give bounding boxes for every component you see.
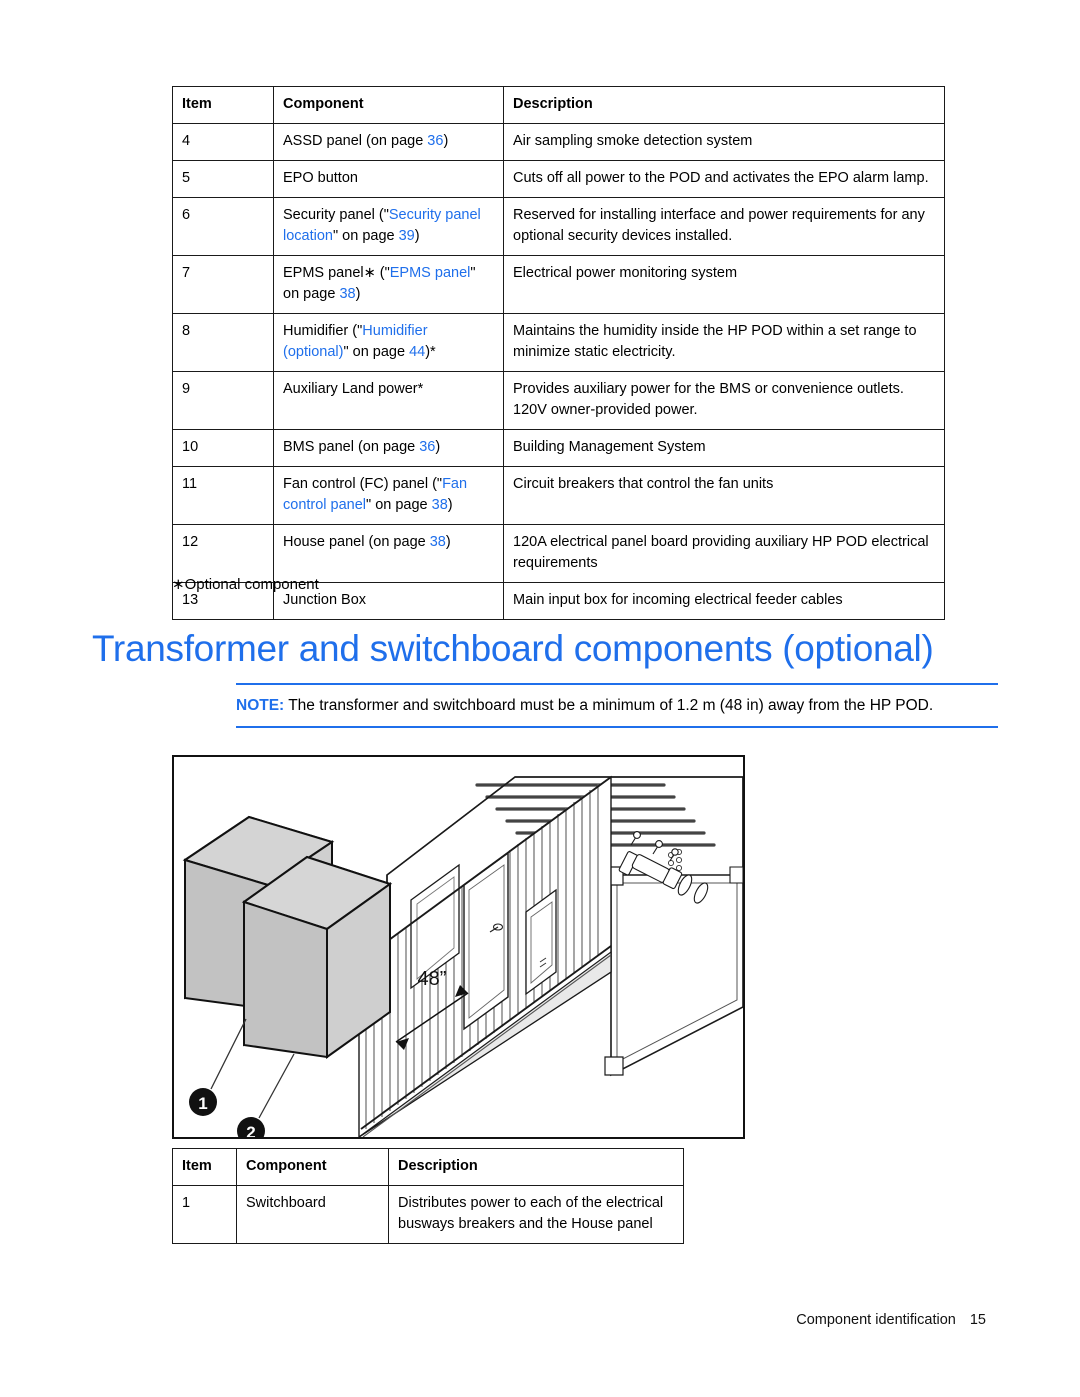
page-footer: Component identification 15: [0, 1312, 986, 1328]
cell-item: 4: [172, 123, 274, 162]
cell-description: 120A electrical panel board providing au…: [503, 524, 945, 584]
cell-text: ): [443, 133, 449, 150]
cell-item: 1: [172, 1185, 237, 1245]
table-header-row: Item Component Description: [172, 1147, 684, 1187]
cell-item: 9: [172, 371, 274, 431]
cell-component: Auxiliary Land power*: [273, 371, 504, 431]
cell-component: ASSD panel (on page 36): [273, 123, 504, 162]
column-header-component: Component: [273, 85, 504, 125]
table-row: 10 BMS panel (on page 36) Building Managem…: [172, 429, 945, 468]
cross-reference-link[interactable]: 39: [399, 228, 415, 244]
cell-component: Security panel ("Security panel location…: [273, 197, 504, 257]
cell-text: EPO button: [283, 170, 358, 187]
callout-1: 1: [189, 1018, 247, 1116]
cell-description: Distributes power to each of the electri…: [388, 1185, 684, 1245]
cell-text: ): [445, 534, 451, 551]
components-table: Item Component Description 4 ASSD panel (…: [172, 85, 945, 621]
note-top-divider: [236, 683, 998, 685]
cell-item: 8: [172, 313, 274, 373]
note-block: NOTE: The transformer and switchboard mus…: [236, 683, 998, 729]
cell-component: EPMS panel∗ ("EPMS panel" on page 38): [273, 255, 504, 315]
cell-text: ): [414, 228, 420, 245]
cell-text: Fan control (FC) panel (": [283, 476, 443, 493]
note-body: NOTE: The transformer and switchboard mus…: [236, 694, 998, 717]
transformer-switchboard-illustration: 48” 1 2: [172, 755, 745, 1139]
callout-1-number: 1: [198, 1094, 207, 1113]
footer-page-number: 15: [969, 1312, 986, 1328]
dimension-label: 48”: [418, 968, 447, 990]
document-page: Item Component Description 4 ASSD panel (…: [0, 0, 1080, 1397]
cell-text: ASSD panel (on page: [283, 133, 428, 150]
page-title: Transformer and switchboard components (…: [92, 628, 934, 669]
cell-description: Reserved for installing interface and po…: [503, 197, 945, 257]
cross-reference-link[interactable]: EPMS panel: [390, 265, 471, 281]
column-header-description: Description: [503, 85, 945, 125]
cell-item: 10: [172, 429, 274, 468]
cell-text: House panel (on page: [283, 534, 430, 551]
cross-reference-link[interactable]: 38: [430, 534, 446, 550]
callout-2-number: 2: [246, 1123, 255, 1137]
note-bottom-divider: [236, 726, 998, 729]
cell-text: ): [447, 497, 453, 514]
table-header-row: Item Component Description: [172, 85, 945, 125]
note-text: The transformer and switchboard must be …: [288, 697, 934, 714]
cell-description: Cuts off all power to the POD and activa…: [503, 160, 945, 199]
cross-reference-link[interactable]: 36: [419, 439, 435, 455]
cell-component: BMS panel (on page 36): [273, 429, 504, 468]
cell-text: EPMS panel∗ (": [283, 265, 390, 282]
footer-section-name: Component identification: [796, 1312, 956, 1328]
table-row: 11 Fan control (FC) panel ("Fan control p…: [172, 466, 945, 526]
cell-item: 6: [172, 197, 274, 257]
cell-text: ): [435, 439, 441, 456]
cell-text: Security panel (": [283, 207, 389, 224]
transformer-cabinet-2: [241, 855, 393, 1059]
cell-description: Main input box for incoming electrical f…: [503, 582, 945, 621]
cell-description: Building Management System: [503, 429, 945, 468]
cell-component: EPO button: [273, 160, 504, 199]
cell-component: Fan control (FC) panel ("Fan control pan…: [273, 466, 504, 526]
cell-item: 11: [172, 466, 274, 526]
cell-component: Switchboard: [236, 1185, 389, 1245]
cell-description: Maintains the humidity inside the HP POD…: [503, 313, 945, 373]
column-header-item: Item: [172, 1147, 237, 1187]
cell-description: Electrical power monitoring system: [503, 255, 945, 315]
cell-item: 7: [172, 255, 274, 315]
switchboard-table: Item Component Description 1 Switchboard D…: [172, 1147, 684, 1245]
cross-reference-link[interactable]: 44: [409, 344, 425, 360]
table-row: 5 EPO button Cuts off all power to the POD…: [172, 160, 945, 199]
column-header-description: Description: [388, 1147, 684, 1187]
cell-text: )*: [425, 344, 436, 361]
table-row: 7 EPMS panel∗ ("EPMS panel" on page 38) El…: [172, 255, 945, 315]
cell-text: Humidifier (": [283, 323, 363, 340]
table-row: 1 Switchboard Distributes power to each of…: [172, 1185, 684, 1245]
cell-description: Circuit breakers that control the fan un…: [503, 466, 945, 526]
note-label: NOTE:: [236, 697, 285, 714]
components-table-body: 4 ASSD panel (on page 36) Air sampling smo…: [172, 123, 945, 621]
column-header-item: Item: [172, 85, 274, 125]
cell-text: BMS panel (on page: [283, 439, 420, 456]
table-row: 4 ASSD panel (on page 36) Air sampling smo…: [172, 123, 945, 162]
callout-2: 2: [237, 1053, 295, 1137]
cell-text: Auxiliary Land power*: [283, 381, 424, 398]
cell-text: ): [355, 286, 361, 303]
cell-description: Air sampling smoke detection system: [503, 123, 945, 162]
cell-text: Junction Box: [283, 592, 367, 609]
cell-text: " on page: [343, 344, 410, 361]
optional-component-footnote: ∗Optional component: [172, 576, 319, 593]
table-row: 8 Humidifier ("Humidifier (optional)" on …: [172, 313, 945, 373]
cell-item: 5: [172, 160, 274, 199]
cross-reference-link[interactable]: 36: [427, 133, 443, 149]
cell-description: Provides auxiliary power for the BMS or …: [503, 371, 945, 431]
column-header-component: Component: [236, 1147, 389, 1187]
cell-component: Humidifier ("Humidifier (optional)" on p…: [273, 313, 504, 373]
cell-text: " on page: [366, 497, 432, 514]
cell-text: " on page: [332, 228, 399, 245]
table-row: 6 Security panel ("Security panel locatio…: [172, 197, 945, 257]
cross-reference-link[interactable]: 38: [339, 286, 355, 302]
cross-reference-link[interactable]: 38: [432, 497, 448, 513]
table-row: 9 Auxiliary Land power* Provides auxiliary…: [172, 371, 945, 431]
illustration-drawing: 48” 1 2: [182, 775, 743, 1137]
switchboard-table-body: 1 Switchboard Distributes power to each of…: [172, 1185, 684, 1245]
